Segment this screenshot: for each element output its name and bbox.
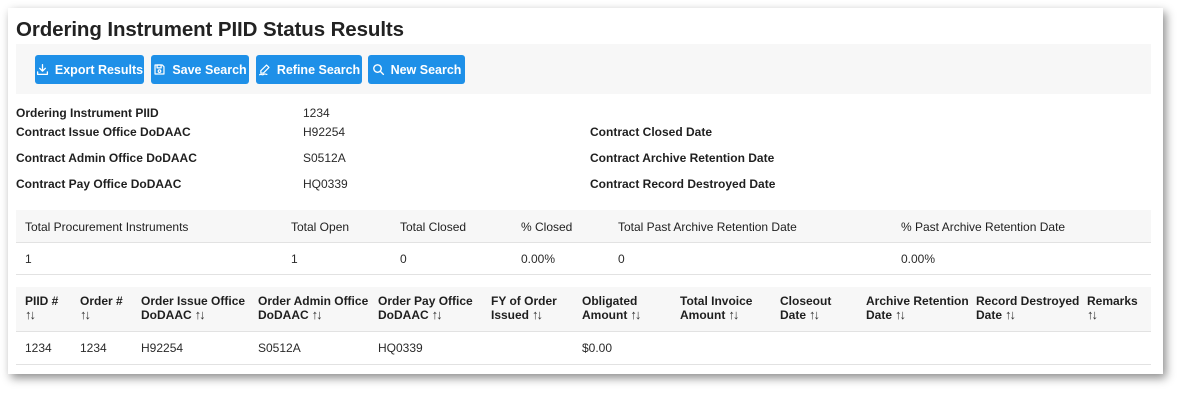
column-header-label: Record Destroyed xyxy=(976,294,1080,308)
sort-icon[interactable]: ↑↓ xyxy=(728,308,739,322)
column-header-label: Order Pay Office xyxy=(378,294,473,308)
sort-icon[interactable]: ↑↓ xyxy=(1005,308,1016,322)
orders-table: PIID # ↑↓ Order # ↑↓ Order Issue Office DoDAA… xyxy=(16,287,1151,365)
save-search-label: Save Search xyxy=(172,62,247,77)
sort-icon[interactable]: ↑↓ xyxy=(312,308,323,322)
summary-header-cell: Total Closed xyxy=(400,220,467,234)
piid-label: Ordering Instrument PIID xyxy=(16,106,159,120)
column-header-archive-retention-date[interactable]: Archive Retention Date ↑↓ xyxy=(866,294,969,322)
column-header-label: DoDAAC ↑↓ xyxy=(141,307,206,323)
refine-search-label: Refine Search xyxy=(276,62,361,77)
save-search-button[interactable]: Save Search xyxy=(151,55,249,84)
column-header-label: PIID # xyxy=(25,294,59,308)
column-header-obligated-amount[interactable]: Obligated Amount ↑↓ xyxy=(582,294,641,323)
column-header-label: DoDAAC ↑↓ xyxy=(258,307,323,323)
save-icon xyxy=(154,64,165,75)
table-cell: 1 xyxy=(25,252,32,266)
pay-office-value: HQ0339 xyxy=(303,177,348,191)
new-search-button[interactable]: New Search xyxy=(368,55,465,84)
column-header-order-pay-office[interactable]: Order Pay Office DoDAAC ↑↓ xyxy=(378,294,473,322)
sort-icon[interactable]: ↑↓ xyxy=(809,308,820,322)
issue-office-value: H92254 xyxy=(303,125,346,139)
column-header-label: FY of Order xyxy=(491,294,557,308)
column-header-label: Amount ↑↓ xyxy=(680,307,739,323)
new-search-label: New Search xyxy=(390,62,462,77)
sort-icon[interactable]: ↑↓ xyxy=(1087,308,1098,322)
results-card: Ordering Instrument PIID Status Results … xyxy=(8,8,1163,374)
edit-icon xyxy=(258,64,270,76)
admin-office-value: S0512A xyxy=(303,151,346,165)
column-header-order-issue-office[interactable]: Order Issue Office DoDAAC ↑↓ xyxy=(141,294,245,322)
pay-office-label: Contract Pay Office DoDAAC xyxy=(16,177,182,191)
summary-header-row: Total Procurement Instruments Total Open… xyxy=(16,210,1151,243)
column-header-piid[interactable]: PIID # ↑↓ xyxy=(25,294,58,322)
column-header-label: Archive Retention xyxy=(866,294,969,308)
column-header-label: ↑↓ xyxy=(25,308,58,322)
refine-search-button[interactable]: Refine Search xyxy=(256,55,362,84)
export-results-label: Export Results xyxy=(54,62,144,77)
column-header-order-number[interactable]: Order # ↑↓ xyxy=(80,294,123,322)
summary-header-cell: Total Open xyxy=(291,220,350,234)
column-header-label: ↑↓ xyxy=(1087,308,1138,322)
sort-icon[interactable]: ↑↓ xyxy=(532,308,543,322)
closed-date-label: Contract Closed Date xyxy=(590,125,713,139)
table-cell: 0 xyxy=(618,252,625,266)
column-header-label: Obligated xyxy=(582,294,638,308)
table-row: 1234 1234 H92254 S0512A HQ0339 $0.00 xyxy=(16,332,1151,365)
piid-value: 1234 xyxy=(303,106,330,120)
sort-icon[interactable]: ↑↓ xyxy=(432,308,443,322)
column-header-label: DoDAAC ↑↓ xyxy=(378,307,443,323)
table-cell: 1 xyxy=(291,252,298,266)
issue-office-label: Contract Issue Office DoDAAC xyxy=(16,125,191,139)
column-header-label: Remarks xyxy=(1087,294,1138,308)
summary-data-row: 1 1 0 0.00% 0 0.00% xyxy=(16,243,1151,275)
column-header-fy-order-issued[interactable]: FY of Order Issued ↑↓ xyxy=(491,294,557,322)
admin-office-label: Contract Admin Office DoDAAC xyxy=(16,151,197,165)
download-icon xyxy=(36,63,48,76)
summary-header-cell: Total Past Archive Retention Date xyxy=(618,220,797,234)
column-header-label: Total Invoice xyxy=(680,294,753,308)
orders-header-row: PIID # ↑↓ Order # ↑↓ Order Issue Office DoDAA… xyxy=(16,287,1151,332)
summary-table: Total Procurement Instruments Total Open… xyxy=(16,210,1151,275)
summary-header-cell: Total Procurement Instruments xyxy=(25,220,189,234)
table-cell: 1234 xyxy=(25,341,52,355)
sort-icon[interactable]: ↑↓ xyxy=(80,308,91,322)
column-header-label: Date ↑↓ xyxy=(866,307,906,323)
column-header-label: Amount ↑↓ xyxy=(582,307,641,323)
table-cell: 1234 xyxy=(80,341,107,355)
table-cell: 0.00% xyxy=(521,252,556,266)
column-header-label: Closeout xyxy=(780,294,832,308)
export-results-button[interactable]: Export Results xyxy=(35,55,144,84)
column-header-remarks[interactable]: Remarks ↑↓ xyxy=(1087,294,1138,322)
column-header-label: Issued ↑↓ xyxy=(491,307,543,323)
page-title: Ordering Instrument PIID Status Results xyxy=(16,18,404,41)
table-cell: 0.00% xyxy=(901,252,936,266)
search-icon xyxy=(372,64,384,76)
sort-icon[interactable]: ↑↓ xyxy=(195,308,206,322)
summary-header-cell: % Closed xyxy=(521,220,573,234)
table-cell: 0 xyxy=(400,252,407,266)
column-header-record-destroyed-date[interactable]: Record Destroyed Date ↑↓ xyxy=(976,294,1079,322)
table-cell: S0512A xyxy=(258,341,301,355)
table-cell: HQ0339 xyxy=(378,341,423,355)
column-header-label: Order # xyxy=(80,294,123,308)
table-cell: $0.00 xyxy=(582,341,613,355)
sort-icon[interactable]: ↑↓ xyxy=(630,308,641,322)
column-header-order-admin-office[interactable]: Order Admin Office DoDAAC ↑↓ xyxy=(258,294,368,322)
column-header-label: ↑↓ xyxy=(80,308,123,322)
sort-icon[interactable]: ↑↓ xyxy=(895,308,906,322)
summary-header-cell: % Past Archive Retention Date xyxy=(901,220,1066,234)
column-header-total-invoice-amount[interactable]: Total Invoice Amount ↑↓ xyxy=(680,294,752,322)
column-header-label: Order Admin Office xyxy=(258,294,369,308)
column-header-label: Date ↑↓ xyxy=(976,307,1016,323)
column-header-closeout-date[interactable]: Closeout Date ↑↓ xyxy=(780,294,831,322)
column-header-label: Date ↑↓ xyxy=(780,307,820,323)
archive-retention-date-label: Contract Archive Retention Date xyxy=(590,151,775,165)
table-cell: H92254 xyxy=(141,341,184,355)
record-destroyed-date-label: Contract Record Destroyed Date xyxy=(590,177,776,191)
action-toolbar: Export Results Save Search Refine Search… xyxy=(16,44,1151,94)
column-header-label: Order Issue Office xyxy=(141,294,246,308)
sort-icon[interactable]: ↑↓ xyxy=(25,308,36,322)
